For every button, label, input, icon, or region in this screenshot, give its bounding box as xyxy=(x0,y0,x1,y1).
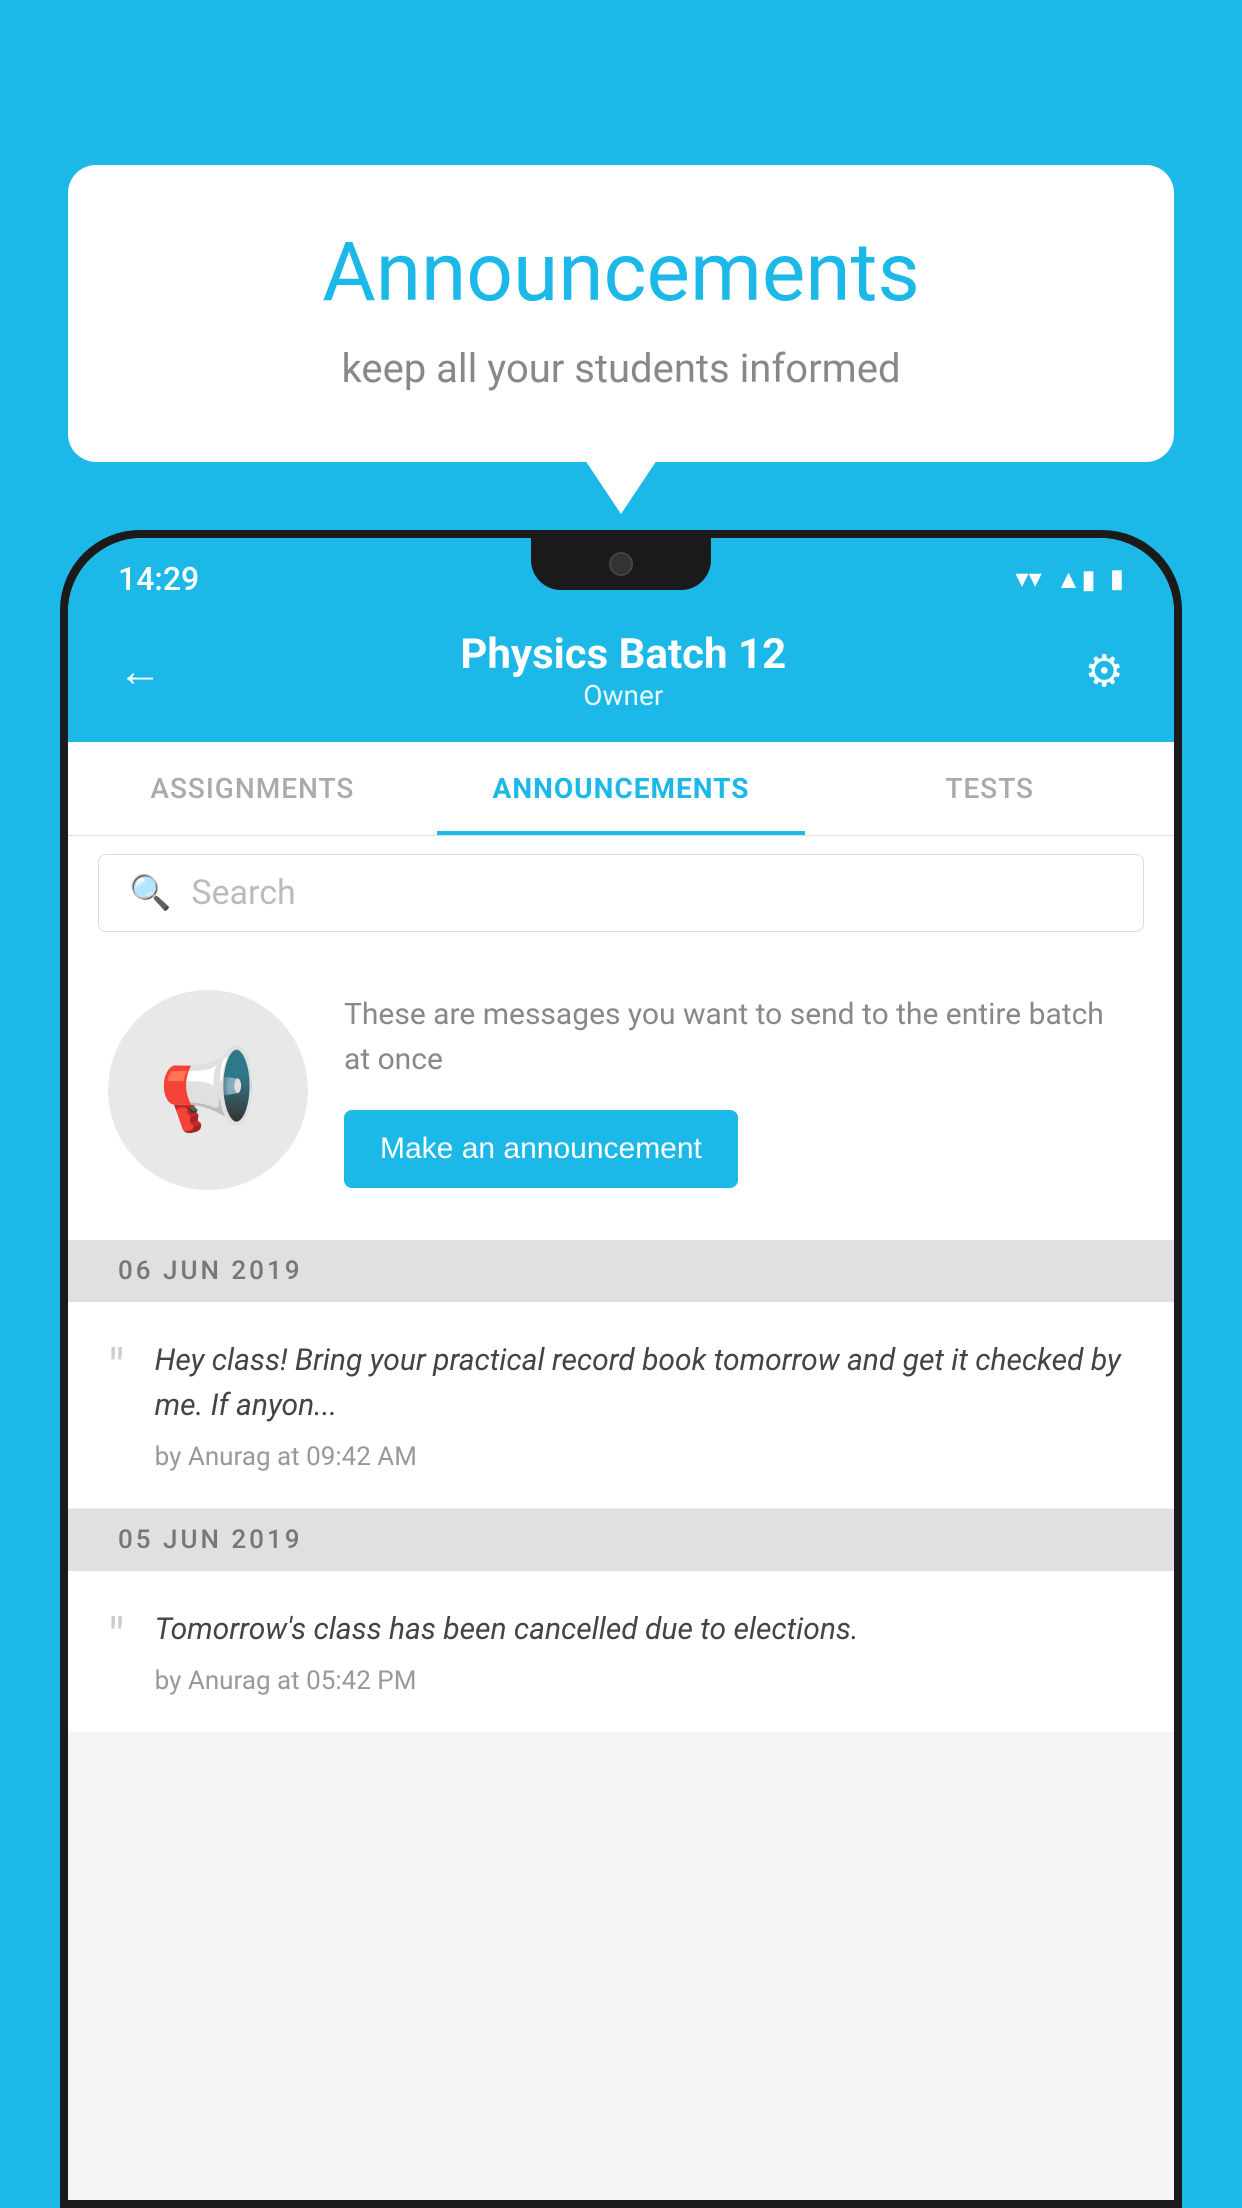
tab-assignments[interactable]: ASSIGNMENTS xyxy=(68,742,437,835)
message-body-2: Tomorrow's class has been cancelled due … xyxy=(155,1607,1134,1696)
header-title: Physics Batch 12 xyxy=(162,630,1085,679)
make-announcement-button[interactable]: Make an announcement xyxy=(344,1110,738,1188)
message-body-1: Hey class! Bring your practical record b… xyxy=(155,1338,1134,1472)
message-meta-1: by Anurag at 09:42 AM xyxy=(155,1442,1134,1472)
camera xyxy=(609,552,633,576)
wifi-icon: ▾▾ xyxy=(1016,564,1042,594)
megaphone-circle: 📢 xyxy=(108,990,308,1190)
battery-icon: ▮ xyxy=(1110,564,1124,594)
message-meta-2: by Anurag at 05:42 PM xyxy=(155,1666,1134,1696)
speech-bubble-section: Announcements keep all your students inf… xyxy=(68,165,1174,462)
quote-icon-1: " xyxy=(108,1343,125,1395)
signal-icon: ▲▮ xyxy=(1056,564,1096,595)
date-label-1: 06 JUN 2019 xyxy=(118,1256,303,1286)
date-separator-2: 05 JUN 2019 xyxy=(68,1509,1174,1571)
message-text-1: Hey class! Bring your practical record b… xyxy=(155,1338,1134,1428)
header-subtitle: Owner xyxy=(162,679,1085,712)
promo-text-block: These are messages you want to send to t… xyxy=(344,992,1134,1188)
promo-card: 📢 These are messages you want to send to… xyxy=(68,950,1174,1240)
date-separator-1: 06 JUN 2019 xyxy=(68,1240,1174,1302)
back-button[interactable]: ← xyxy=(118,645,162,697)
screen: 14:29 ▾▾ ▲▮ ▮ ← Physics Batch 12 Owner ⚙ xyxy=(68,538,1174,2200)
tab-tests[interactable]: TESTS xyxy=(805,742,1174,835)
screen-content: 🔍 Search 📢 These are messages you want t… xyxy=(68,836,1174,2200)
quote-icon-2: " xyxy=(108,1612,125,1664)
status-icons: ▾▾ ▲▮ ▮ xyxy=(1016,564,1124,595)
date-label-2: 05 JUN 2019 xyxy=(118,1525,303,1555)
search-input[interactable]: Search xyxy=(191,873,295,913)
search-bar-container: 🔍 Search xyxy=(68,836,1174,950)
message-text-2: Tomorrow's class has been cancelled due … xyxy=(155,1607,1134,1652)
tab-announcements[interactable]: ANNOUNCEMENTS xyxy=(437,742,806,835)
megaphone-icon: 📢 xyxy=(158,1043,258,1137)
speech-bubble: Announcements keep all your students inf… xyxy=(68,165,1174,462)
promo-description: These are messages you want to send to t… xyxy=(344,992,1134,1082)
phone-frame: 14:29 ▾▾ ▲▮ ▮ ← Physics Batch 12 Owner ⚙ xyxy=(60,530,1182,2208)
message-item-1[interactable]: " Hey class! Bring your practical record… xyxy=(68,1302,1174,1509)
settings-icon[interactable]: ⚙ xyxy=(1085,645,1124,697)
search-input-wrap[interactable]: 🔍 Search xyxy=(98,854,1144,932)
tabs-bar: ASSIGNMENTS ANNOUNCEMENTS TESTS xyxy=(68,742,1174,836)
header-title-block: Physics Batch 12 Owner xyxy=(162,630,1085,712)
phone-inner: 14:29 ▾▾ ▲▮ ▮ ← Physics Batch 12 Owner ⚙ xyxy=(68,538,1174,2200)
app-header: ← Physics Batch 12 Owner ⚙ xyxy=(68,610,1174,742)
status-time: 14:29 xyxy=(118,560,199,598)
notch xyxy=(531,538,711,590)
message-item-2[interactable]: " Tomorrow's class has been cancelled du… xyxy=(68,1571,1174,1733)
bubble-subtitle: keep all your students informed xyxy=(148,345,1094,392)
search-icon: 🔍 xyxy=(129,873,171,913)
bubble-title: Announcements xyxy=(148,225,1094,321)
